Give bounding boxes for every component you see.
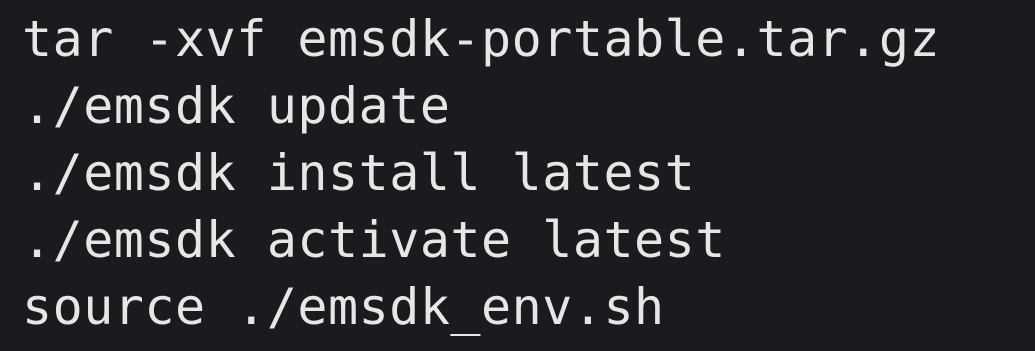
command-line: tar -xvf emsdk-portable.tar.gz [22,10,941,68]
command-line: ./emsdk activate latest [22,211,726,269]
command-line: ./emsdk update [22,77,451,135]
command-line: source ./emsdk_env.sh [22,278,665,336]
terminal-output: tar -xvf emsdk-portable.tar.gz ./emsdk u… [0,0,1035,351]
command-line: ./emsdk install latest [22,144,696,202]
